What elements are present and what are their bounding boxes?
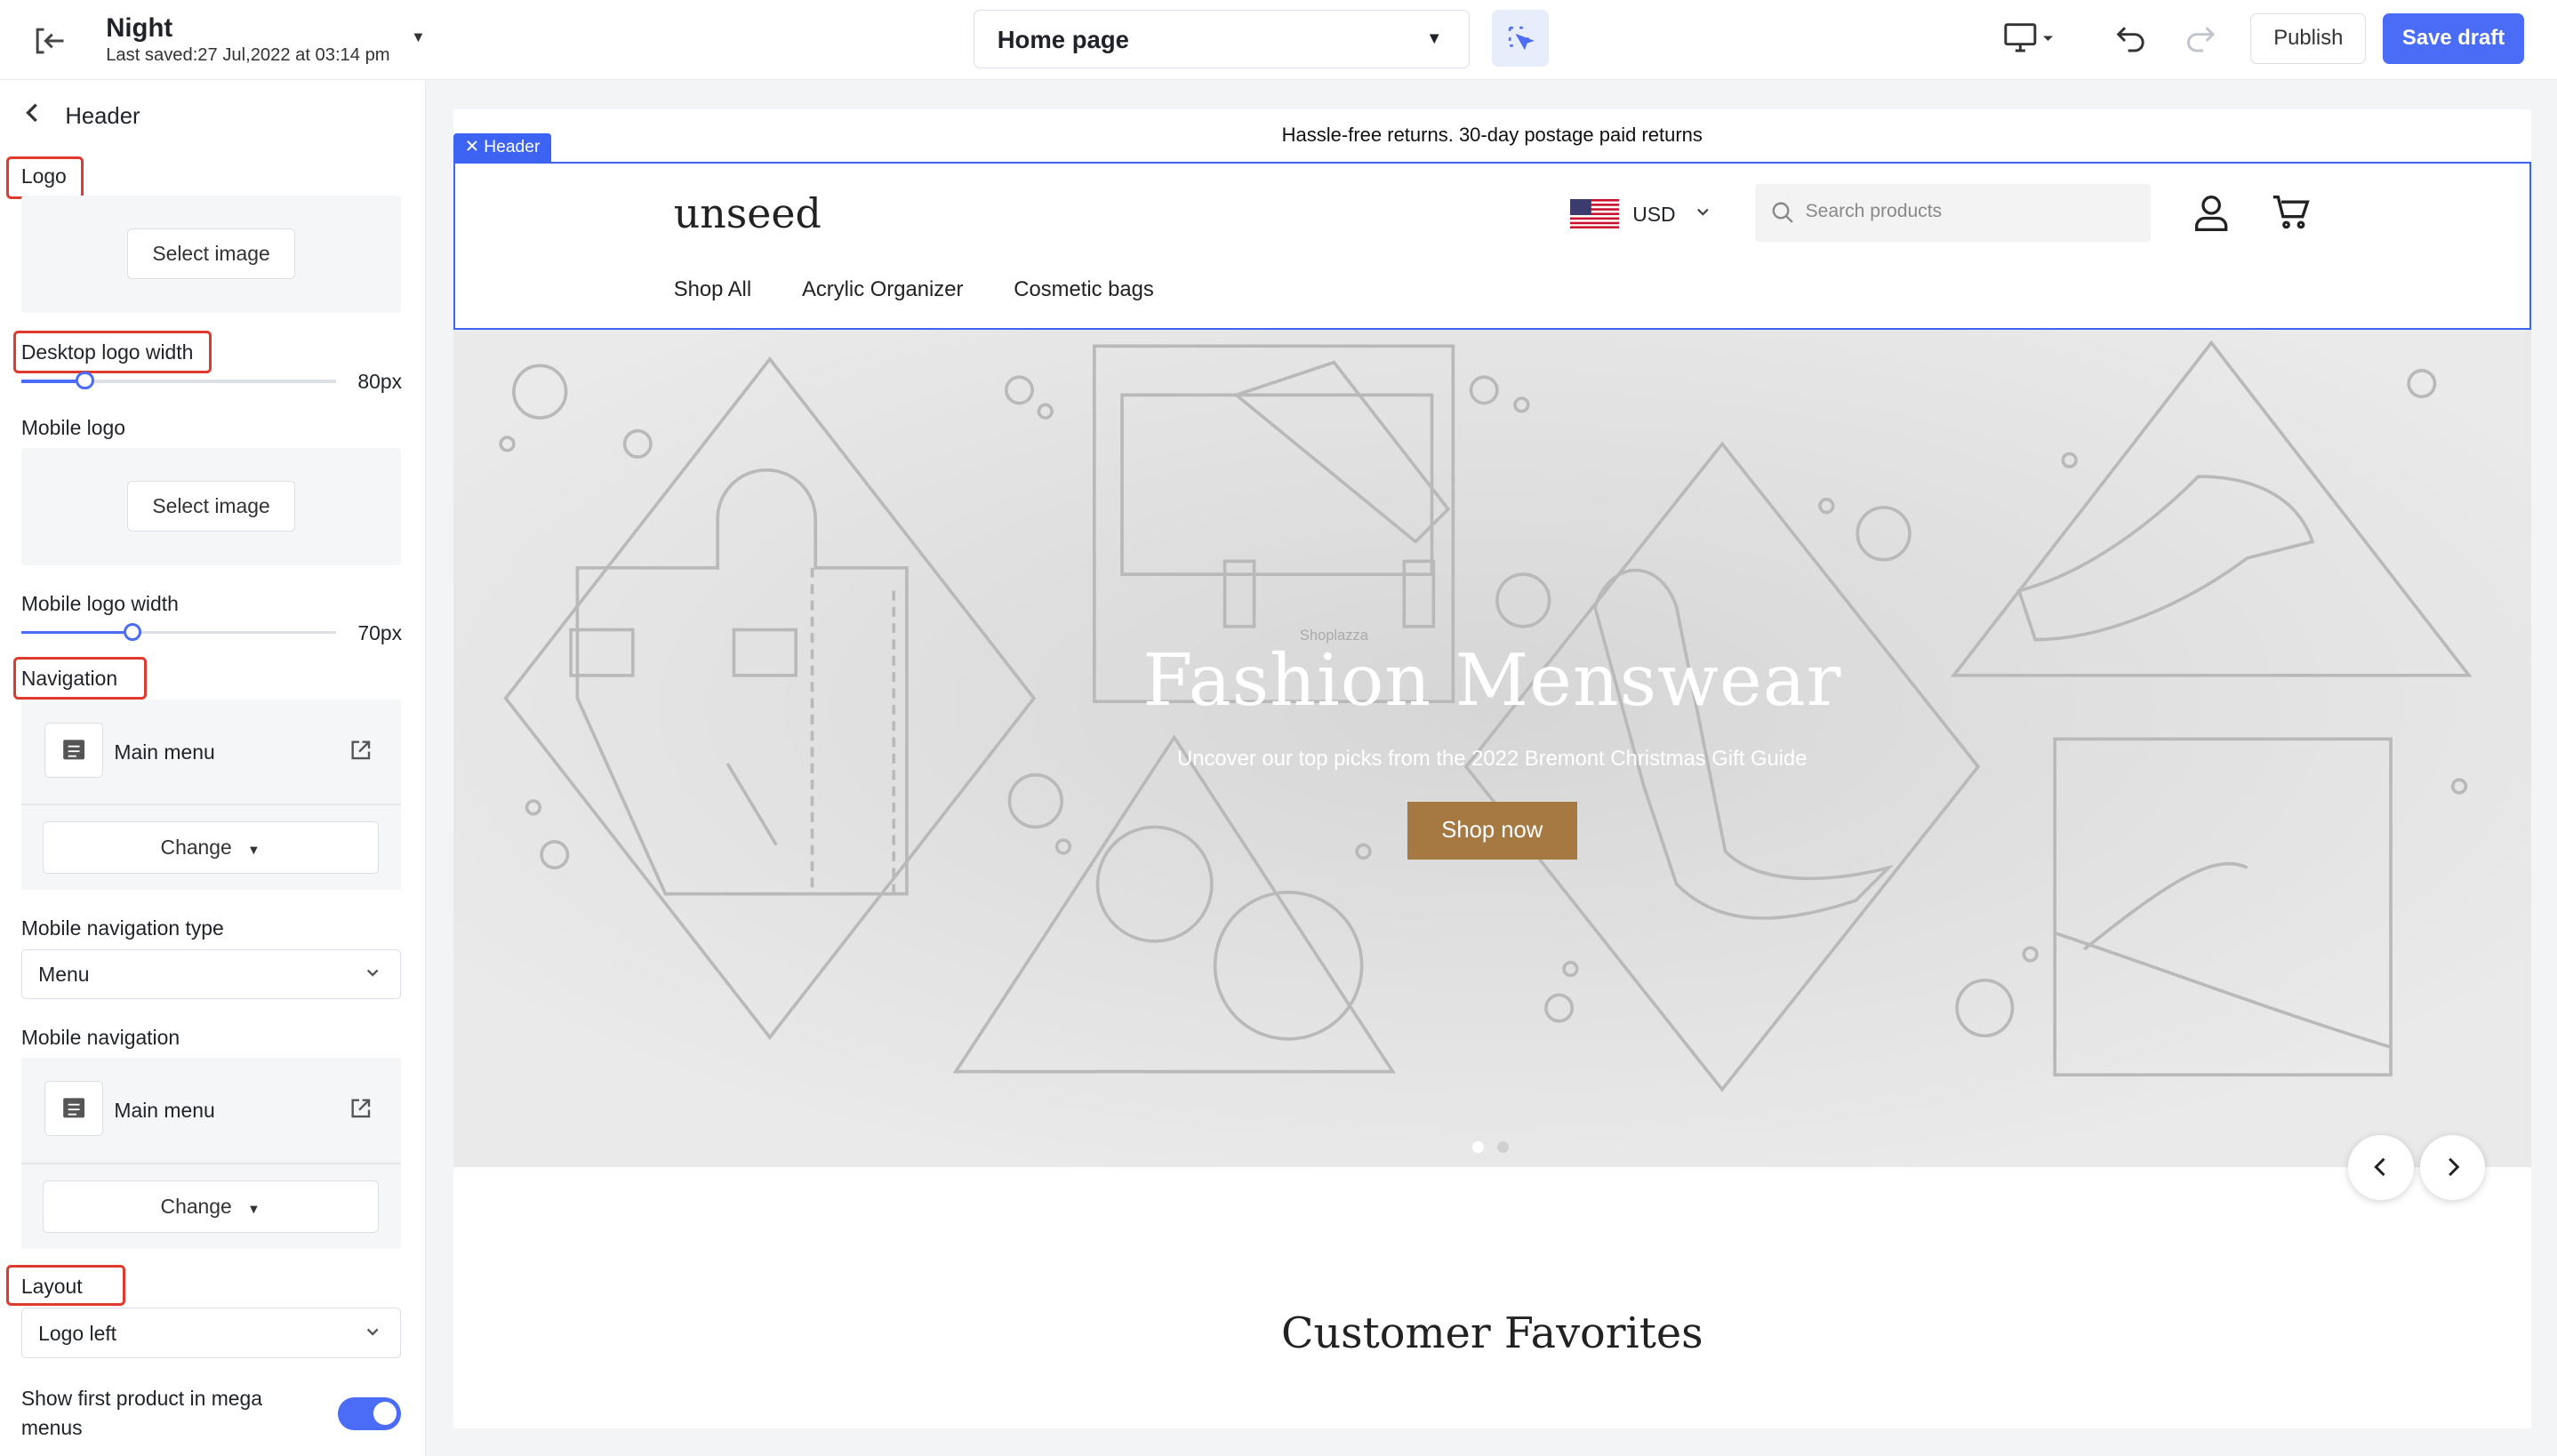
- mobile-logo-width-slider[interactable]: [20, 622, 336, 641]
- device-switcher[interactable]: [2004, 21, 2063, 57]
- prev-slide-button[interactable]: [2348, 1134, 2414, 1200]
- mobile-nav-type-value: Menu: [38, 963, 90, 987]
- close-icon[interactable]: ✕: [465, 138, 479, 156]
- slide-dot[interactable]: [1496, 1141, 1509, 1154]
- shop-now-button[interactable]: Shop now: [1407, 802, 1577, 860]
- menu-list-icon: [44, 1081, 103, 1137]
- chevron-right-icon: [2448, 1158, 2460, 1177]
- select-image-button[interactable]: Select image: [127, 228, 295, 279]
- toggle-knob: [373, 1402, 397, 1426]
- hero-subtitle: Uncover our top picks from the 2022 Brem…: [1177, 747, 1808, 772]
- nav-acrylic-organizer[interactable]: Acrylic Organizer: [802, 277, 963, 302]
- mobile-logo-width-value: 70px: [357, 620, 403, 644]
- us-flag-icon: [1570, 198, 1620, 228]
- desktop-logo-width-slider[interactable]: [20, 372, 336, 390]
- exit-icon[interactable]: [29, 21, 68, 60]
- mega-menu-toggle[interactable]: [337, 1396, 402, 1430]
- top-bar: Night Last saved:27 Jul,2022 at 03:14 pm…: [0, 0, 2557, 80]
- logo-label: Logo: [20, 164, 67, 188]
- external-link-icon[interactable]: [349, 1097, 373, 1120]
- divider: [20, 804, 402, 806]
- mobile-navigation-menu-box: Main menu Change ▼: [20, 1058, 402, 1249]
- slider-fill: [20, 380, 84, 384]
- redo-icon[interactable]: [2184, 21, 2216, 54]
- mobile-navigation-label: Mobile navigation: [20, 1025, 180, 1049]
- logo-image-box: Select image: [20, 196, 402, 314]
- mobile-nav-type-label: Mobile navigation type: [20, 916, 224, 940]
- navigation-menu-name: Main menu: [114, 740, 215, 764]
- header-section-frame[interactable]: unseed USD Search products Shop All Acry…: [453, 161, 2531, 330]
- layout-label: Layout: [20, 1275, 83, 1299]
- sidebar-title: Header: [65, 104, 140, 130]
- caret-down-icon: ▼: [247, 844, 261, 859]
- nav-cosmetic-bags[interactable]: Cosmetic bags: [1014, 277, 1154, 302]
- settings-sidebar: Header Logo Select image Desktop logo wi…: [0, 79, 426, 1456]
- theme-name[interactable]: Night: [106, 13, 172, 44]
- menu-list-icon: [44, 722, 103, 778]
- mobile-logo-label: Mobile logo: [20, 415, 125, 439]
- navigation-label: Navigation: [20, 667, 118, 691]
- chevron-left-icon: [2374, 1158, 2385, 1177]
- hero-slideshow: Shoplazza Fashion Menswear Uncover our t…: [453, 329, 2531, 1168]
- mobile-logo-width-label: Mobile logo width: [20, 591, 179, 615]
- mega-menu-label-line2: menus: [20, 1416, 83, 1440]
- desktop-icon: [2004, 23, 2054, 52]
- page-select[interactable]: Home page ▼: [974, 10, 1470, 69]
- main-nav: Shop All Acrylic Organizer Cosmetic bags: [674, 277, 1154, 302]
- inspect-tool-button[interactable]: [1492, 10, 1550, 68]
- search-icon: [1772, 202, 1793, 223]
- change-label: Change: [160, 836, 232, 860]
- chevron-down-icon: [366, 969, 379, 977]
- nav-shop-all[interactable]: Shop All: [674, 277, 751, 302]
- header-tag-label: Header: [484, 138, 541, 157]
- hero-title: Fashion Menswear: [1142, 638, 1842, 723]
- slider-handle[interactable]: [123, 622, 141, 641]
- chevron-down-icon: [366, 1328, 379, 1336]
- mobile-select-image-button[interactable]: Select image: [127, 481, 295, 532]
- announcement-bar: Hassle-free returns. 30-day postage paid…: [1281, 123, 1703, 146]
- save-draft-button[interactable]: Save draft: [2382, 12, 2525, 64]
- select-cursor-icon: [1509, 26, 1535, 51]
- desktop-logo-width-label: Desktop logo width: [20, 340, 194, 364]
- header-section-tag[interactable]: ✕ Header: [453, 133, 552, 162]
- publish-button[interactable]: Publish: [2250, 12, 2367, 64]
- caret-down-icon: ▼: [1426, 28, 1443, 48]
- change-mobile-navigation-button[interactable]: Change ▼: [42, 1180, 379, 1233]
- slider-handle[interactable]: [76, 372, 94, 390]
- mobile-navigation-menu-name: Main menu: [114, 1099, 215, 1123]
- mega-menu-label: Show first product in mega menus: [21, 1384, 262, 1443]
- slide-dot-active[interactable]: [1472, 1141, 1485, 1154]
- layout-select[interactable]: Logo left: [20, 1308, 402, 1358]
- caret-down-icon: ▼: [247, 1202, 261, 1217]
- mobile-nav-type-select[interactable]: Menu: [20, 948, 402, 1000]
- mobile-logo-image-box: Select image: [20, 448, 402, 566]
- slider-fill: [20, 630, 132, 635]
- chevron-down-icon[interactable]: [1696, 205, 1710, 219]
- section-title: Customer Favorites: [1280, 1308, 1703, 1358]
- search-placeholder: Search products: [1805, 200, 1943, 221]
- cart-icon[interactable]: [2272, 194, 2311, 229]
- mega-menu-label-line1: Show first product in mega: [20, 1387, 263, 1411]
- store-preview: Hassle-free returns. 30-day postage paid…: [453, 108, 2531, 1428]
- currency-selector[interactable]: USD: [1632, 203, 1675, 227]
- external-link-icon[interactable]: [349, 739, 373, 762]
- last-saved-text: Last saved:27 Jul,2022 at 03:14 pm: [106, 45, 390, 66]
- change-label: Change: [160, 1194, 232, 1218]
- store-logo[interactable]: unseed: [674, 189, 822, 237]
- theme-dropdown-icon[interactable]: ▼: [411, 29, 425, 46]
- slide-indicators: [1472, 1130, 1521, 1160]
- page-select-value: Home page: [997, 25, 1129, 53]
- undo-icon[interactable]: [2115, 21, 2148, 54]
- next-slide-button[interactable]: [2419, 1134, 2486, 1200]
- account-icon[interactable]: [2193, 194, 2229, 233]
- change-navigation-button[interactable]: Change ▼: [42, 821, 379, 875]
- back-icon[interactable]: [23, 101, 43, 132]
- layout-value: Logo left: [38, 1321, 117, 1345]
- navigation-menu-box: Main menu Change ▼: [20, 699, 402, 891]
- divider: [20, 1162, 402, 1164]
- desktop-logo-width-value: 80px: [357, 370, 403, 394]
- search-box[interactable]: Search products: [1754, 184, 2152, 242]
